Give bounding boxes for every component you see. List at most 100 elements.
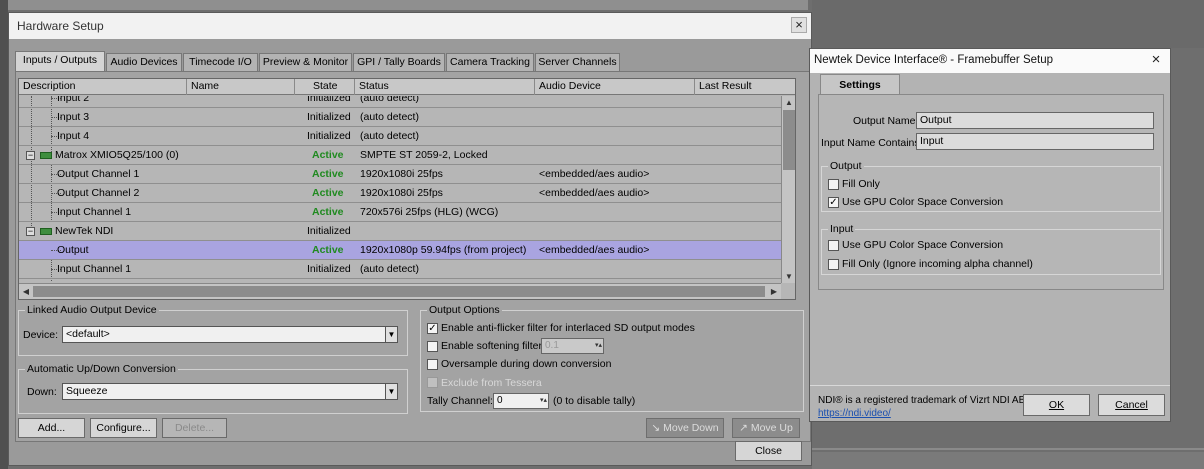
down-label: Down: (27, 386, 57, 398)
tab-camera-tracking[interactable]: Camera Tracking (446, 53, 534, 72)
fb-output-gpu-label[interactable]: Use GPU Color Space Conversion (842, 196, 1003, 208)
framebuffer-title-bar: Newtek Device Interface® - Framebuffer S… (810, 49, 1170, 73)
ok-label: OK (1048, 399, 1065, 411)
exclude-tessera-label: Exclude from Tessera (441, 377, 542, 389)
fb-input-fill-only-label[interactable]: Fill Only (Ignore incoming alpha channel… (842, 258, 1033, 270)
move-down-button[interactable]: ↘ Move Down (646, 418, 724, 438)
device-select[interactable]: <default> ▼ (62, 326, 398, 343)
output-options-group: Output Options ✓ Enable anti-flicker fil… (420, 304, 804, 412)
table-row[interactable]: Input Channel 1 Initialized (auto detect… (19, 260, 781, 279)
background-strip-bottom (812, 452, 1204, 469)
framebuffer-setup-window: Newtek Device Interface® - Framebuffer S… (809, 48, 1171, 422)
device-icon (40, 152, 52, 159)
vertical-scroll-thumb[interactable] (783, 110, 795, 170)
output-name-label: Output Name: (853, 115, 919, 127)
scroll-left-icon[interactable]: ◀ (19, 285, 33, 298)
softening-checkbox[interactable] (427, 341, 438, 352)
tab-server-channels[interactable]: Server Channels (535, 53, 620, 72)
scroll-down-icon[interactable]: ▼ (782, 270, 795, 283)
linked-audio-group: Linked Audio Output Device Device: <defa… (18, 304, 408, 356)
table-row[interactable]: Input Channel 1 Active 720x576i 25fps (H… (19, 203, 781, 222)
tab-timecode-io[interactable]: Timecode I/O (183, 53, 258, 72)
horizontal-scrollbar[interactable]: ◀ ▶ (19, 283, 781, 299)
down-select-value: Squeeze (66, 385, 108, 397)
ndi-link[interactable]: https://ndi.video/ (818, 408, 891, 419)
ok-button[interactable]: OK (1023, 394, 1090, 416)
oversample-label[interactable]: Oversample during down conversion (441, 358, 611, 370)
table-row[interactable]: Input 4 Initialized (auto detect) (19, 127, 781, 146)
down-select[interactable]: Squeeze ▼ (62, 383, 398, 400)
collapse-icon[interactable]: − (26, 227, 35, 236)
add-button[interactable]: Add... (18, 418, 85, 438)
column-header-description[interactable]: Description (19, 79, 187, 95)
exclude-tessera-checkbox[interactable] (427, 377, 438, 388)
input-name-label: Input Name Contains: (821, 137, 923, 149)
move-down-icon: ↘ (651, 422, 664, 434)
table-row[interactable]: Input 2 Initialized (auto detect) (19, 96, 781, 108)
anti-flicker-checkbox[interactable]: ✓ (427, 323, 438, 334)
table-row[interactable]: Input 3 Initialized (auto detect) (19, 108, 781, 127)
cancel-button[interactable]: Cancel (1098, 394, 1165, 416)
table-row[interactable]: Output Channel 1 Active 1920x1080i 25fps… (19, 165, 781, 184)
fb-output-gpu-checkbox[interactable]: ✓ (828, 197, 839, 208)
softening-value: 0.1 (545, 340, 559, 351)
scroll-right-icon[interactable]: ▶ (767, 285, 781, 298)
fb-input-title: Input (828, 223, 856, 235)
chevron-down-icon[interactable]: ▼ (385, 384, 397, 399)
tab-gpi-tally[interactable]: GPI / Tally Boards (353, 53, 445, 72)
tab-audio-devices[interactable]: Audio Devices (106, 53, 182, 72)
column-header-name[interactable]: Name (187, 79, 295, 95)
fb-output-title: Output (828, 160, 864, 172)
fb-input-gpu-label[interactable]: Use GPU Color Space Conversion (842, 239, 1003, 251)
fb-input-fill-only-checkbox[interactable] (828, 259, 839, 270)
device-icon (40, 228, 52, 235)
device-select-value: <default> (66, 328, 110, 340)
close-icon[interactable]: × (791, 17, 807, 33)
device-grid[interactable]: Description Name State Status Audio Devi… (18, 78, 796, 300)
column-header-status[interactable]: Status (355, 79, 535, 95)
input-name-input[interactable]: Input (916, 133, 1154, 150)
output-name-input[interactable]: Output (916, 112, 1154, 129)
tab-inputs-outputs[interactable]: Inputs / Outputs (15, 51, 105, 72)
grid-body: Input 2 Initialized (auto detect) Input … (19, 96, 781, 283)
close-icon[interactable]: × (1148, 52, 1164, 68)
table-row[interactable]: Output Channel 2 Active 1920x1080i 25fps… (19, 184, 781, 203)
hardware-setup-title-bar: Hardware Setup × (9, 13, 811, 39)
anti-flicker-label[interactable]: Enable anti-flicker filter for interlace… (441, 322, 695, 334)
conversion-group: Automatic Up/Down Conversion Down: Squee… (18, 363, 408, 414)
softening-spinner[interactable]: 0.1 ▾▴ (541, 338, 604, 354)
chevron-down-icon[interactable]: ▼ (385, 327, 397, 342)
close-button[interactable]: Close (735, 441, 802, 461)
tab-settings[interactable]: Settings (820, 74, 900, 94)
hardware-setup-window: Hardware Setup × Inputs / Outputs Audio … (8, 12, 812, 466)
table-row[interactable]: − NewTek NDI Initialized (19, 222, 781, 241)
column-header-audio-device[interactable]: Audio Device (535, 79, 695, 95)
grid-header: Description Name State Status Audio Devi… (19, 79, 795, 95)
column-header-last-result[interactable]: Last Result (695, 79, 795, 95)
spinner-arrows-icon[interactable]: ▾▴ (540, 394, 547, 408)
table-row[interactable]: − Matrox XMIO5Q25/100 (0) Active SMPTE S… (19, 146, 781, 165)
column-header-state[interactable]: State (295, 79, 355, 95)
move-up-button[interactable]: ↗ Move Up (732, 418, 800, 438)
framebuffer-title: Newtek Device Interface® - Framebuffer S… (814, 54, 1054, 66)
move-up-label: Move Up (750, 422, 793, 434)
collapse-icon[interactable]: − (26, 151, 35, 160)
scroll-up-icon[interactable]: ▲ (782, 96, 795, 109)
spinner-arrows-icon[interactable]: ▾▴ (595, 339, 602, 353)
background-divider (812, 448, 1204, 450)
vertical-scrollbar[interactable]: ▲ ▼ (781, 96, 795, 283)
fb-output-fill-only-label[interactable]: Fill Only (842, 178, 880, 190)
table-row-selected[interactable]: Output Active 1920x1080p 59.94fps (from … (19, 241, 781, 260)
fb-input-gpu-checkbox[interactable] (828, 240, 839, 251)
tab-preview-monitor[interactable]: Preview & Monitor (259, 53, 352, 72)
fb-output-fill-only-checkbox[interactable] (828, 179, 839, 190)
delete-button[interactable]: Delete... (162, 418, 227, 438)
oversample-checkbox[interactable] (427, 359, 438, 370)
horizontal-scroll-thumb[interactable] (33, 286, 765, 297)
conversion-title: Automatic Up/Down Conversion (25, 363, 178, 375)
tally-channel-hint: (0 to disable tally) (553, 395, 636, 407)
background-panel-left (0, 0, 8, 469)
configure-button[interactable]: Configure... (90, 418, 157, 438)
tally-channel-spinner[interactable]: 0 ▾▴ (493, 393, 549, 409)
softening-label[interactable]: Enable softening filter (441, 340, 542, 352)
